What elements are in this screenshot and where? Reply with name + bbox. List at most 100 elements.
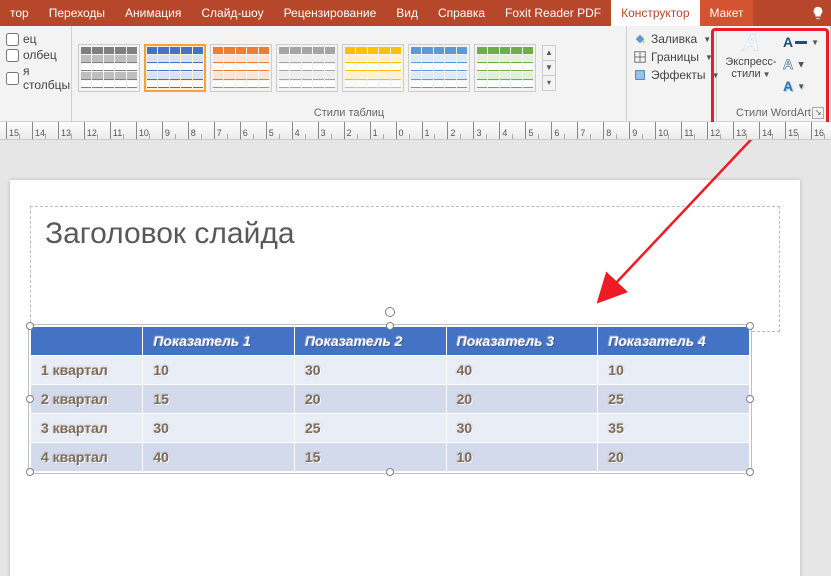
ruler-tick-label: 14 (762, 128, 772, 138)
borders-label: Границы (651, 50, 699, 64)
horizontal-ruler[interactable]: 1514131211109876543210123456789101112131… (0, 122, 831, 140)
ribbon: ец олбец я столбцы ▲ ▼ ▾ Стили таблиц За… (0, 26, 831, 122)
gallery-up-icon[interactable]: ▲ (543, 46, 555, 60)
ruler-tick-label: 2 (347, 128, 352, 138)
opt-label-partial-1: ец (23, 32, 37, 46)
rotate-handle[interactable] (385, 307, 395, 317)
resize-handle-ne[interactable] (746, 322, 754, 330)
wordart-styles-label: Стили WordArt ↘ (723, 105, 824, 121)
gallery-scroll[interactable]: ▲ ▼ ▾ (542, 45, 556, 91)
text-fill-button[interactable]: A▼ (781, 32, 821, 52)
ruler-tick-label: 15 (788, 128, 798, 138)
ruler-tick-label: 5 (528, 128, 533, 138)
ruler-tick-label: 13 (736, 128, 746, 138)
ruler-tick-label: 6 (554, 128, 559, 138)
table-style-thumb[interactable] (276, 44, 338, 92)
chevron-down-icon: ▼ (705, 53, 713, 62)
ruler-tick-label: 0 (399, 128, 404, 138)
ruler-tick-label: 9 (632, 128, 637, 138)
tab-partial-left[interactable]: тор (0, 0, 39, 26)
wordart-dialog-launcher[interactable]: ↘ (812, 107, 824, 119)
opt-label-partial-3: я столбцы (23, 64, 70, 92)
text-effects-button[interactable]: A▼ (781, 76, 821, 96)
opt-first-col-check[interactable] (6, 49, 19, 62)
gallery-down-icon[interactable]: ▼ (543, 60, 555, 76)
resize-handle-s[interactable] (386, 468, 394, 476)
table-style-thumb[interactable] (474, 44, 536, 92)
table-style-thumb[interactable] (342, 44, 404, 92)
table-style-thumb[interactable] (408, 44, 470, 92)
ruler-tick-label: 10 (658, 128, 668, 138)
table-style-thumb[interactable] (144, 44, 206, 92)
selection-border (28, 324, 752, 474)
tab-table-layout[interactable]: Макет (700, 0, 754, 26)
tell-me-bulb-icon[interactable] (805, 0, 831, 26)
resize-handle-e[interactable] (746, 395, 754, 403)
table-style-gallery[interactable] (78, 40, 536, 96)
table-style-thumb[interactable] (210, 44, 272, 92)
tab-table-design[interactable]: Конструктор (611, 0, 699, 26)
ruler-tick-label: 1 (425, 128, 430, 138)
tab-view[interactable]: Вид (386, 0, 428, 26)
text-outline-button[interactable]: A▼ (781, 54, 821, 74)
ruler-tick-label: 16 (814, 128, 824, 138)
ruler-tick-label: 3 (321, 128, 326, 138)
resize-handle-n[interactable] (386, 322, 394, 330)
effects-button[interactable]: Эффекты▼ (633, 66, 710, 84)
paint-bucket-icon (633, 32, 647, 46)
ruler-tick-label: 4 (502, 128, 507, 138)
ruler-tick-label: 9 (165, 128, 170, 138)
slide-canvas[interactable]: Заголовок слайда Показатель 1Показатель … (10, 180, 800, 576)
tab-transitions[interactable]: Переходы (39, 0, 115, 26)
resize-handle-w[interactable] (26, 395, 34, 403)
shading-button[interactable]: Заливка ▼ (633, 30, 710, 48)
borders-button[interactable]: Границы ▼ (633, 48, 710, 66)
effects-label: Эффекты (651, 68, 706, 82)
table-styles-group: ▲ ▼ ▾ Стили таблиц (72, 26, 627, 121)
tab-animation[interactable]: Анимация (115, 0, 191, 26)
ruler-tick-label: 12 (87, 128, 97, 138)
opt-banded-cols-check[interactable] (6, 72, 19, 85)
table-style-thumb[interactable] (78, 44, 140, 92)
chevron-down-icon: ▼ (763, 70, 771, 79)
ruler-tick-label: 1 (373, 128, 378, 138)
opt-first-row-check[interactable] (6, 33, 19, 46)
borders-icon (633, 50, 647, 64)
tab-foxit[interactable]: Foxit Reader PDF (495, 0, 611, 26)
tab-review[interactable]: Рецензирование (274, 0, 387, 26)
resize-handle-sw[interactable] (26, 468, 34, 476)
ruler-tick-label: 7 (580, 128, 585, 138)
slide-workspace: Заголовок слайда Показатель 1Показатель … (0, 140, 831, 576)
effects-icon (633, 68, 647, 82)
tab-help[interactable]: Справка (428, 0, 495, 26)
wordart-quick-styles-button[interactable]: A Экспресс-стили▼ (723, 32, 779, 80)
ruler-tick-label: 4 (295, 128, 300, 138)
shading-borders-group: Заливка ▼ Границы ▼ Эффекты▼ (627, 26, 717, 121)
gallery-more-icon[interactable]: ▾ (543, 76, 555, 90)
ruler-tick-label: 14 (35, 128, 45, 138)
chevron-down-icon: ▼ (811, 38, 819, 47)
ruler-tick-label: 15 (9, 128, 19, 138)
ruler-tick-label: 6 (243, 128, 248, 138)
ruler-tick-label: 11 (113, 128, 122, 138)
shading-label: Заливка (651, 32, 697, 46)
tab-slideshow[interactable]: Слайд-шоу (191, 0, 273, 26)
chevron-down-icon: ▼ (797, 82, 805, 91)
table-style-options-group: ец олбец я столбцы (0, 26, 72, 121)
ruler-tick-label: 8 (606, 128, 611, 138)
ruler-tick-label: 11 (684, 128, 693, 138)
resize-handle-se[interactable] (746, 468, 754, 476)
ruler-tick-label: 3 (476, 128, 481, 138)
title-placeholder[interactable]: Заголовок слайда (30, 206, 780, 332)
table-selection[interactable]: Показатель 1Показатель 2Показатель 3Пока… (30, 326, 750, 472)
wordart-a-icon: A (723, 32, 779, 56)
ruler-tick-label: 13 (61, 128, 71, 138)
resize-handle-nw[interactable] (26, 322, 34, 330)
ruler-tick-label: 5 (269, 128, 274, 138)
wordart-styles-group: A Экспресс-стили▼ A▼ A▼ A▼ Стили WordArt… (717, 26, 831, 121)
slide-title-text: Заголовок слайда (45, 217, 765, 251)
tab-bar: тор Переходы Анимация Слайд-шоу Рецензир… (0, 0, 831, 26)
ruler-tick-label: 10 (139, 128, 149, 138)
chevron-down-icon: ▼ (797, 60, 805, 69)
chevron-down-icon: ▼ (703, 35, 711, 44)
